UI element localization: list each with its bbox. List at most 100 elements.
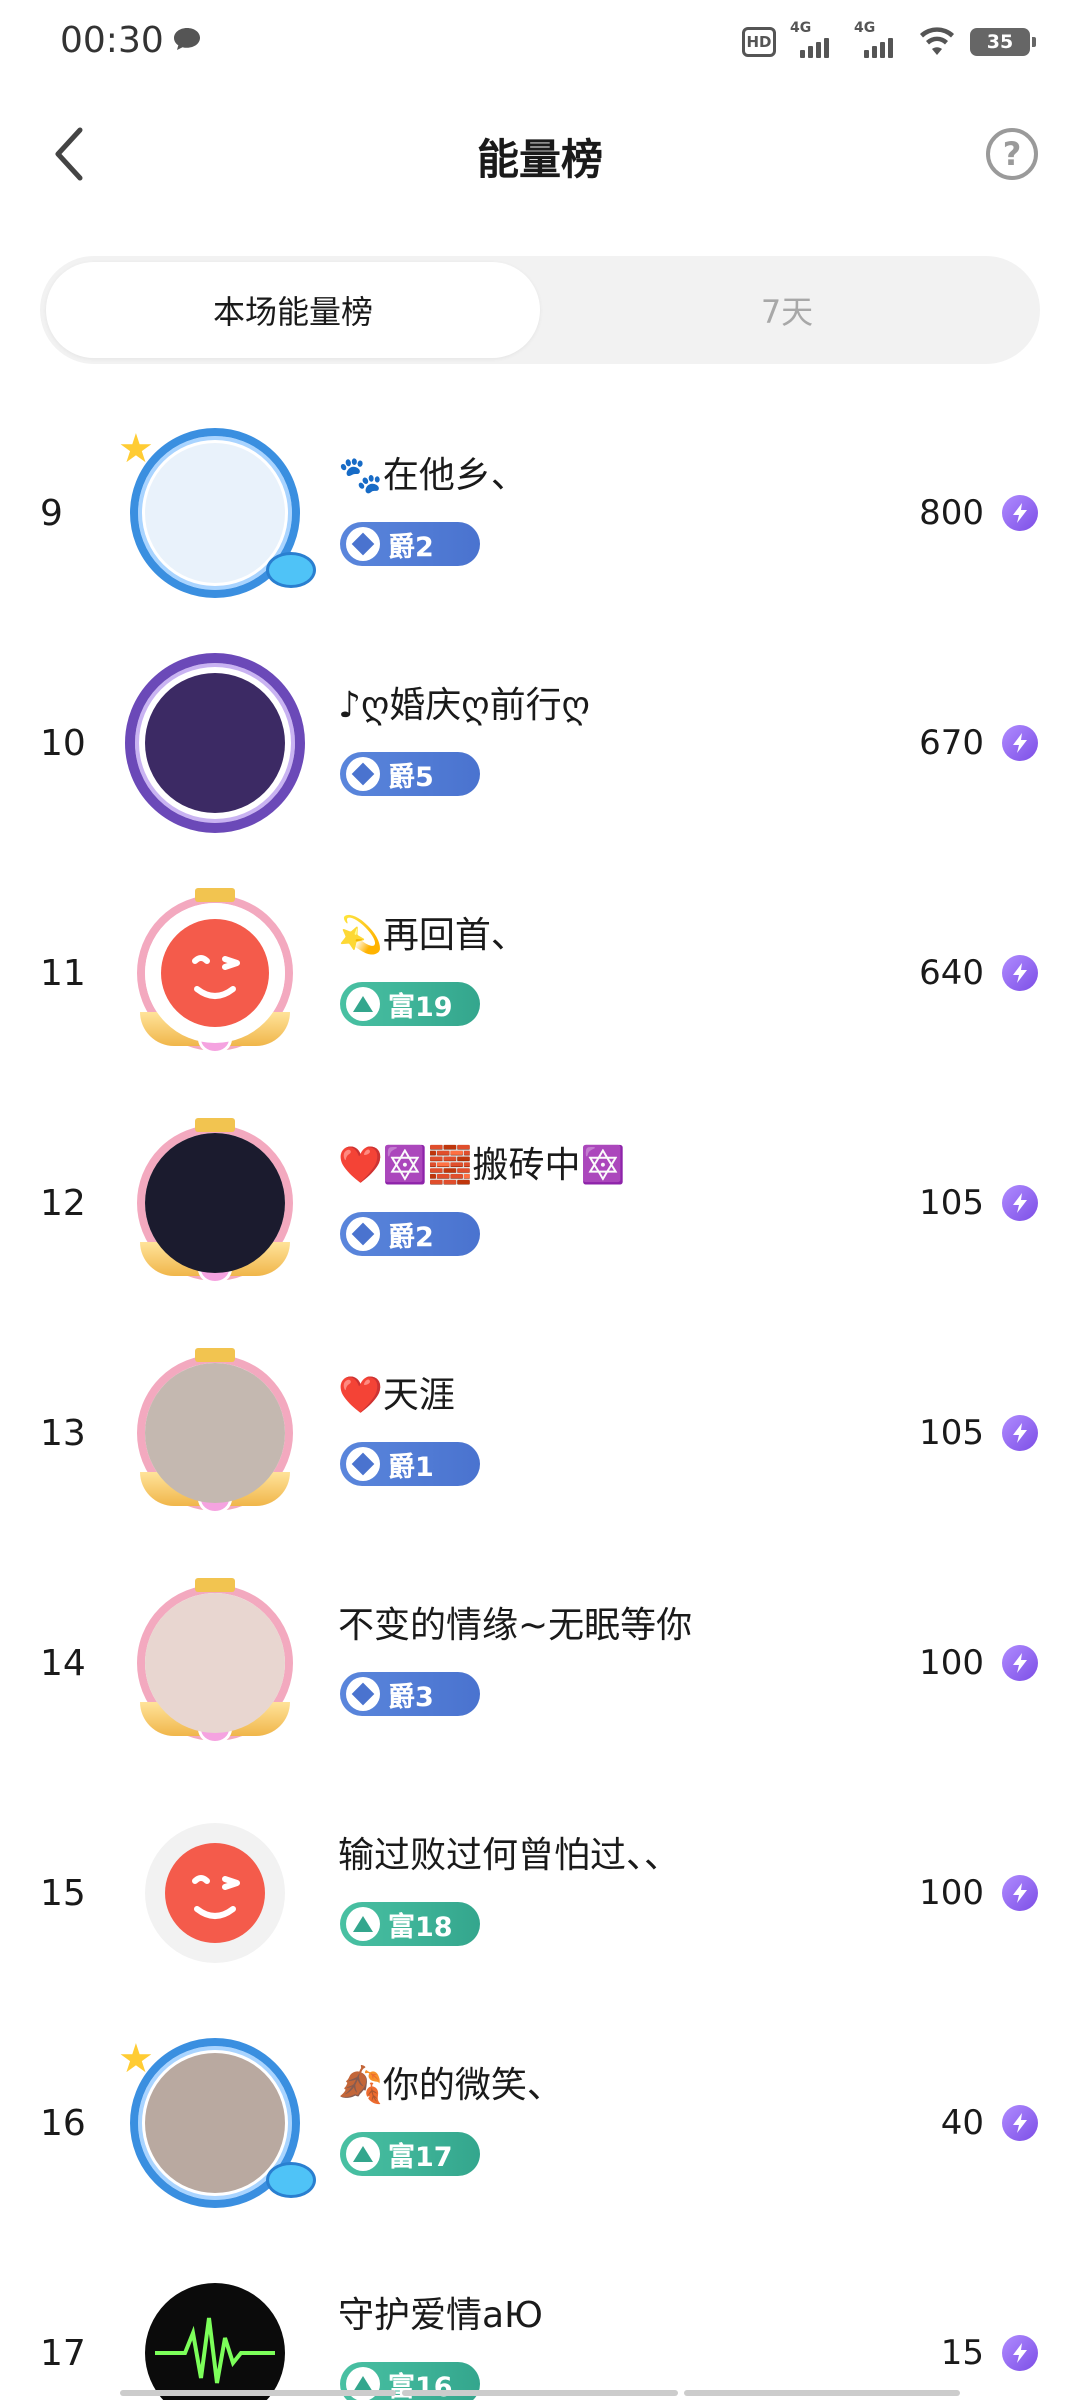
energy-bolt-icon xyxy=(1002,1875,1038,1911)
energy-score: 15 xyxy=(940,2333,984,2373)
avatar-15-image xyxy=(145,1823,285,1963)
energy-score: 670 xyxy=(919,723,984,763)
list-item[interactable]: 11 💫再回首、 富19 640 xyxy=(0,858,1080,1088)
avatar-16-image xyxy=(145,2053,285,2193)
network-type: 4G xyxy=(790,20,812,36)
level-badge-label: 爵3 xyxy=(388,1681,434,1713)
avatar[interactable] xyxy=(110,1338,320,1528)
avatar-9-image xyxy=(145,443,285,583)
avatar-12-image xyxy=(145,1133,285,1273)
diamond-icon xyxy=(346,1217,380,1251)
triangle-icon xyxy=(346,987,380,1021)
help-icon[interactable]: ? xyxy=(986,128,1038,180)
list-item[interactable]: 14 不变的情缘~无眠等你 爵3 100 xyxy=(0,1548,1080,1778)
diamond-icon xyxy=(346,757,380,791)
page-title: 能量榜 xyxy=(476,135,603,184)
rank-number: 17 xyxy=(40,2332,86,2374)
user-name: 🍂你的微笑、 xyxy=(338,2065,563,2106)
avatar[interactable] xyxy=(110,1798,320,1988)
status-indicators: HD 4G 4G 35 xyxy=(742,20,1036,62)
energy-score: 40 xyxy=(940,2103,984,2143)
tab-current-session[interactable]: 本场能量榜 xyxy=(46,262,540,358)
diamond-icon xyxy=(346,1677,380,1711)
energy-bolt-icon xyxy=(1002,2335,1038,2371)
level-badge-label: 富17 xyxy=(388,2141,453,2173)
level-badge: 爵5 xyxy=(340,752,480,796)
user-name: ♪ღ婚庆ღ前行ღ xyxy=(338,685,590,726)
energy-score: 640 xyxy=(919,953,984,993)
avatar[interactable] xyxy=(110,2258,320,2400)
avatar-14-image xyxy=(145,1593,285,1733)
status-bar: 00:30 HD 4G 4G 35 xyxy=(0,0,1080,86)
list-item[interactable]: 9 ★ 🐾在他乡、爵2 800 xyxy=(0,398,1080,628)
energy-score: 800 xyxy=(919,493,984,533)
list-item[interactable]: 16 ★ 🍂你的微笑、富17 40 xyxy=(0,2008,1080,2238)
avatar[interactable]: ★ xyxy=(110,418,320,608)
avatar[interactable] xyxy=(110,648,320,838)
triangle-icon xyxy=(346,2137,380,2171)
avatar-17-image xyxy=(145,2283,285,2400)
avatar[interactable] xyxy=(110,1108,320,1298)
signal-icon-2: 4G xyxy=(854,20,904,58)
home-indicator xyxy=(120,2390,960,2396)
avatar-11-image xyxy=(145,903,285,1043)
diamond-icon xyxy=(346,1447,380,1481)
energy-bolt-icon xyxy=(1002,1415,1038,1451)
energy-bolt-icon xyxy=(1002,1645,1038,1681)
ranking-list: 9 ★ 🐾在他乡、 爵2 800 10 ♪ღ婚庆ღ前行ღ 爵5 670 11 💫再回首、 富19 640… xyxy=(0,398,1080,2400)
status-time: 00:30 xyxy=(60,20,164,61)
avatar-10-image xyxy=(145,673,285,813)
user-name: 🐾在他乡、 xyxy=(338,455,527,496)
energy-score: 105 xyxy=(919,1413,984,1453)
user-name: 守护爱情aЮ xyxy=(338,2295,543,2336)
battery-icon: 35 xyxy=(970,28,1036,56)
level-badge-label: 爵2 xyxy=(388,531,434,563)
avatar[interactable] xyxy=(110,1568,320,1758)
level-badge: 爵3 xyxy=(340,1672,480,1716)
wifi-icon xyxy=(920,27,954,55)
level-badge: 富19 xyxy=(340,982,480,1026)
energy-score: 100 xyxy=(919,1873,984,1913)
list-item[interactable]: 12 ❤️🔯🧱搬砖中🔯 爵2 105 xyxy=(0,1088,1080,1318)
rank-number: 9 xyxy=(40,492,63,534)
chat-icon xyxy=(174,28,200,50)
page-header: 能量榜 ? xyxy=(0,100,1080,210)
level-badge: 富17 xyxy=(340,2132,480,2176)
energy-score: 100 xyxy=(919,1643,984,1683)
list-item[interactable]: 13 ❤️天涯爵1 105 xyxy=(0,1318,1080,1548)
rank-number: 15 xyxy=(40,1872,86,1914)
signal-icon: 4G xyxy=(790,20,840,58)
level-badge: 爵1 xyxy=(340,1442,480,1486)
list-item[interactable]: 15 输过败过何曾怕过、、富18 100 xyxy=(0,1778,1080,2008)
energy-bolt-icon xyxy=(1002,1185,1038,1221)
user-name: 输过败过何曾怕过、、 xyxy=(338,1835,681,1876)
diamond-icon xyxy=(346,527,380,561)
level-badge: 爵2 xyxy=(340,1212,480,1256)
rank-number: 14 xyxy=(40,1642,86,1684)
hd-icon: HD xyxy=(742,27,776,57)
triangle-icon xyxy=(346,1907,380,1941)
rank-number: 11 xyxy=(40,952,86,994)
list-item[interactable]: 17 守护爱情aЮ 富16 15 xyxy=(0,2238,1080,2400)
level-badge-label: 爵2 xyxy=(388,1221,434,1253)
energy-bolt-icon xyxy=(1002,2105,1038,2141)
user-name: ❤️天涯 xyxy=(338,1375,455,1416)
level-badge-label: 富19 xyxy=(388,991,453,1023)
avatar[interactable]: ★ xyxy=(110,2028,320,2218)
network-type-2: 4G xyxy=(854,20,876,36)
avatar[interactable] xyxy=(110,878,320,1068)
rank-number: 10 xyxy=(40,722,86,764)
energy-bolt-icon xyxy=(1002,955,1038,991)
level-badge-label: 富18 xyxy=(388,1911,453,1943)
rank-number: 16 xyxy=(40,2102,86,2144)
tab-7-days[interactable]: 7天 xyxy=(540,262,1034,358)
energy-score: 105 xyxy=(919,1183,984,1223)
level-badge-label: 爵1 xyxy=(388,1451,434,1483)
level-badge: 富18 xyxy=(340,1902,480,1946)
user-name: ❤️🔯🧱搬砖中🔯 xyxy=(338,1145,626,1186)
rank-number: 13 xyxy=(40,1412,86,1454)
list-item[interactable]: 10 ♪ღ婚庆ღ前行ღ 爵5 670 xyxy=(0,628,1080,858)
level-badge-label: 爵5 xyxy=(388,761,434,793)
level-badge: 爵2 xyxy=(340,522,480,566)
rank-number: 12 xyxy=(40,1182,86,1224)
